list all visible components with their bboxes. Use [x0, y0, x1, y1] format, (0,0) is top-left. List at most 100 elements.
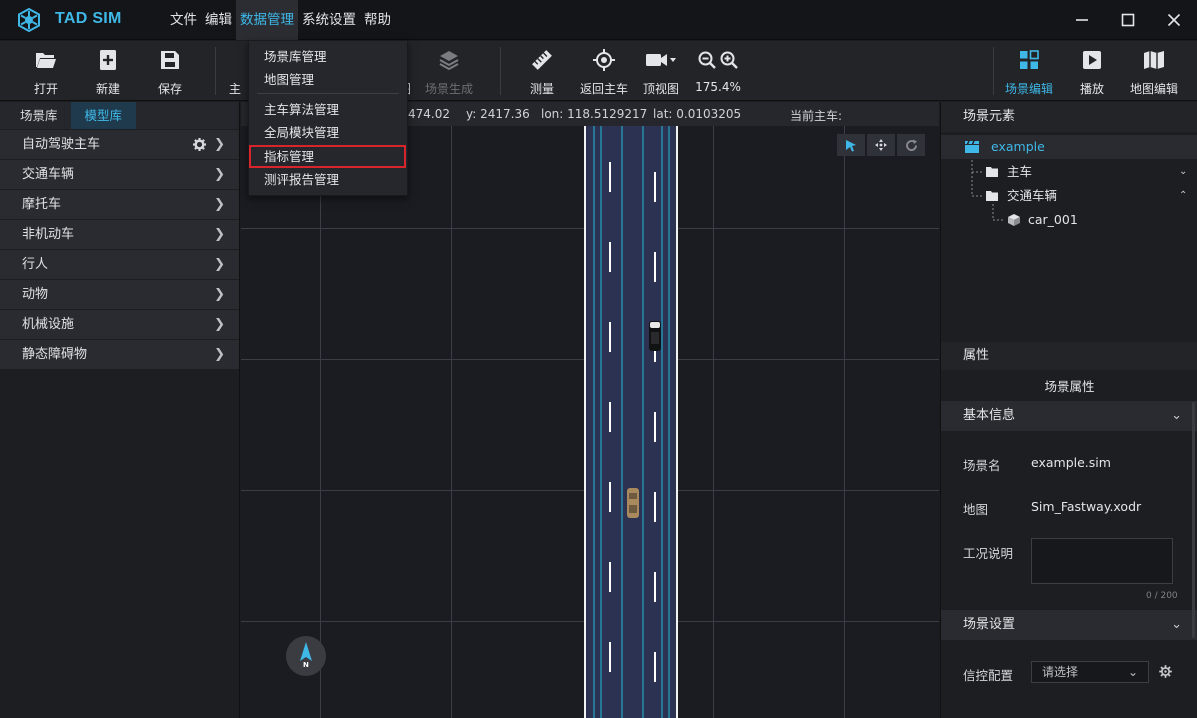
lat-coordinate: lat: 0.0103205 [653, 107, 742, 121]
top-view-button[interactable]: 顶视图 [631, 47, 691, 99]
north-arrow-icon [300, 642, 312, 661]
description-label: 工况说明 [963, 546, 1014, 561]
properties-header: 属性 [941, 342, 1197, 370]
select-tool-button[interactable] [837, 134, 865, 156]
right-panel: 场景元素 example 主车 ⌄ 交通车辆 ⌃ car_001 属性 场景属性… [940, 102, 1197, 718]
tree-node-example[interactable]: example [941, 135, 1197, 159]
ruler-icon [532, 50, 552, 70]
gear-icon[interactable] [1159, 665, 1172, 678]
play-icon [1083, 51, 1101, 69]
folder-icon [986, 167, 998, 177]
maximize-button[interactable] [1105, 0, 1151, 40]
measure-button[interactable]: 测量 [512, 47, 572, 99]
signal-config-label: 信控配置 [963, 668, 1014, 683]
left-panel-tabs: 场景库 模型库 [0, 102, 239, 129]
menu-bar: 文件 编辑 数据管理 系统设置 帮助 [166, 0, 395, 40]
new-button[interactable]: 新建 [78, 47, 138, 99]
close-window-button[interactable] [1151, 0, 1197, 40]
zoom-out-icon[interactable] [698, 51, 716, 69]
scene-generate-button[interactable]: 场景生成 [419, 47, 479, 99]
grid-line [844, 102, 845, 718]
category-motorcycle[interactable]: 摩托车 ❯ [0, 190, 239, 219]
rotate-icon [905, 139, 917, 151]
compass[interactable]: N [286, 636, 326, 676]
play-button[interactable]: 播放 [1062, 47, 1122, 99]
map-icon [1144, 51, 1164, 69]
tree-label: example [991, 139, 1045, 154]
menu-metric-management[interactable]: 指标管理 [249, 145, 406, 168]
category-static-obstacle[interactable]: 静态障碍物 ❯ [0, 340, 239, 369]
tree-node-car[interactable]: car_001 [941, 208, 1197, 232]
rotate-tool-button[interactable] [897, 134, 925, 156]
ego-vehicle[interactable] [648, 320, 662, 352]
zoom-controls: 175.4% [688, 47, 748, 99]
gear-icon[interactable] [193, 130, 206, 159]
scene-properties-title: 场景属性 [1044, 379, 1095, 394]
tree-label: 交通车辆 [1007, 188, 1058, 203]
category-label: 交通车辆 [22, 167, 75, 182]
menu-data-management[interactable]: 数据管理 [236, 0, 298, 40]
scene-name-label: 场景名 [963, 458, 1001, 473]
folder-icon [986, 191, 998, 201]
back-to-ego-button[interactable]: 返回主车 [574, 47, 634, 99]
menu-help[interactable]: 帮助 [360, 0, 395, 40]
title-bar: TAD SIM 文件 编辑 数据管理 系统设置 帮助 [0, 0, 1197, 40]
description-textarea[interactable] [1031, 538, 1173, 584]
y-coordinate: y: 2417.36 [466, 107, 530, 121]
move-icon [875, 139, 887, 151]
description-char-count: 0 / 200 [1146, 591, 1178, 601]
minimize-button[interactable] [1059, 0, 1105, 40]
current-ego-label: 当前主车: [790, 109, 843, 123]
category-label: 自动驾驶主车 [22, 137, 101, 152]
menu-global-module-management[interactable]: 全局模块管理 [249, 121, 407, 144]
chevron-right-icon: ❯ [214, 347, 225, 362]
cursor-icon [846, 139, 856, 151]
open-button[interactable]: 打开 [16, 47, 76, 99]
grid-line [451, 102, 452, 718]
scene-settings-section[interactable]: 场景设置 ⌄ [941, 610, 1197, 640]
chevron-up-icon[interactable]: ⌃ [1179, 184, 1187, 208]
chevron-down-icon[interactable]: ⌄ [1179, 160, 1187, 184]
tree-node-ego[interactable]: 主车 ⌄ [941, 160, 1197, 184]
menu-file[interactable]: 文件 [166, 0, 201, 40]
model-library-panel: 场景库 模型库 自动驾驶主车 ❯ 交通车辆 ❯ 摩托车 ❯ 非机动车 ❯ 行人 … [0, 102, 240, 718]
chevron-down-icon: ⌄ [1171, 408, 1182, 423]
map-label: 地图 [963, 502, 989, 517]
category-animal[interactable]: 动物 ❯ [0, 280, 239, 309]
layers-icon [439, 51, 459, 71]
menu-edit[interactable]: 编辑 [201, 0, 236, 40]
category-traffic-vehicles[interactable]: 交通车辆 ❯ [0, 160, 239, 189]
zoom-in-icon[interactable] [720, 51, 738, 69]
category-autonomous-ego[interactable]: 自动驾驶主车 ❯ [0, 130, 239, 159]
clapperboard-icon [965, 141, 979, 153]
category-label: 动物 [22, 287, 49, 302]
map-value: Sim_Fastway.xodr [1031, 499, 1142, 514]
menu-scene-library-management[interactable]: 场景库管理 [249, 45, 407, 68]
tree-node-traffic-vehicles[interactable]: 交通车辆 ⌃ [941, 184, 1197, 208]
tab-scene-library[interactable]: 场景库 [0, 102, 71, 129]
grid-line [713, 102, 714, 718]
app-name: TAD SIM [55, 10, 122, 27]
menu-system-settings[interactable]: 系统设置 [298, 0, 360, 40]
scene-edit-button[interactable]: 场景编辑 [999, 47, 1059, 99]
tab-model-library[interactable]: 模型库 [70, 102, 137, 129]
maximize-icon [1121, 13, 1135, 27]
category-pedestrian[interactable]: 行人 ❯ [0, 250, 239, 279]
pan-tool-button[interactable] [867, 134, 895, 156]
menu-report-management[interactable]: 测评报告管理 [249, 168, 407, 191]
chevron-right-icon: ❯ [214, 167, 225, 182]
grid-icon [1020, 50, 1039, 69]
menu-map-management[interactable]: 地图管理 [249, 68, 407, 91]
category-non-motor-vehicle[interactable]: 非机动车 ❯ [0, 220, 239, 249]
basic-info-section[interactable]: 基本信息 ⌄ [941, 401, 1197, 431]
chevron-right-icon: ❯ [214, 257, 225, 272]
properties-scrollbar[interactable] [1192, 402, 1195, 638]
traffic-car[interactable] [626, 487, 640, 519]
category-machinery[interactable]: 机械设施 ❯ [0, 310, 239, 339]
cube-icon [1008, 214, 1020, 226]
map-edit-button[interactable]: 地图编辑 [1124, 47, 1184, 99]
signal-config-select[interactable]: 请选择 ⌄ [1031, 661, 1149, 683]
save-button[interactable]: 保存 [140, 47, 200, 99]
chevron-right-icon: ❯ [214, 137, 225, 152]
menu-ego-algorithm-management[interactable]: 主车算法管理 [249, 98, 407, 121]
